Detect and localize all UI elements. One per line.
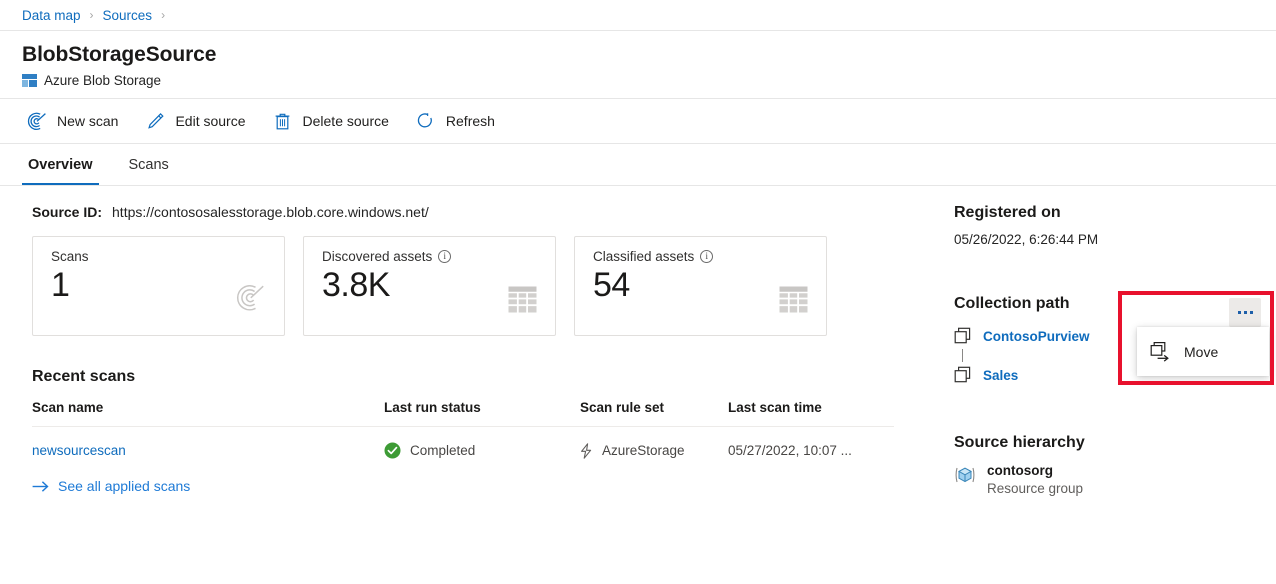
collection-icon — [954, 366, 971, 384]
column-header-scan-name[interactable]: Scan name — [32, 400, 384, 427]
pencil-icon — [144, 111, 166, 131]
details-panel: Registered on 05/26/2022, 6:26:44 PM Col… — [932, 186, 1276, 582]
ellipsis-icon — [1238, 311, 1241, 314]
edit-source-button[interactable]: Edit source — [140, 103, 257, 139]
tab-scans[interactable]: Scans — [123, 144, 175, 185]
page-header: BlobStorageSource Azure Blob Storage — [0, 31, 1276, 99]
resource-group-icon — [954, 464, 976, 486]
registered-on-block: Registered on 05/26/2022, 6:26:44 PM — [954, 204, 1276, 247]
stat-cards: Scans 1 Discovered assets i 3. — [32, 236, 932, 336]
refresh-label: Refresh — [446, 113, 495, 129]
refresh-button[interactable]: Refresh — [411, 103, 507, 139]
trash-icon — [272, 111, 294, 131]
source-hierarchy-item-name: contosorg — [987, 462, 1083, 480]
table-row[interactable]: newsourcescan Completed — [32, 427, 894, 473]
card-scans: Scans 1 — [32, 236, 285, 336]
collection-icon — [954, 327, 971, 345]
arrow-right-icon — [32, 480, 49, 493]
registered-on-value: 05/26/2022, 6:26:44 PM — [954, 232, 1276, 247]
ellipsis-icon — [1250, 311, 1253, 314]
card-discovered-assets-title-label: Discovered assets — [322, 249, 432, 264]
registered-on-heading: Registered on — [954, 204, 1276, 222]
tab-overview-label: Overview — [28, 157, 93, 173]
column-header-last-run-status[interactable]: Last run status — [384, 400, 580, 427]
delete-source-label: Delete source — [303, 113, 389, 129]
tab-scans-label: Scans — [129, 157, 169, 173]
command-bar: New scan Edit source Delete source — [0, 99, 1276, 144]
source-type-label: Azure Blob Storage — [44, 73, 161, 88]
scan-icon — [236, 283, 266, 313]
lightning-bolt-icon — [580, 443, 593, 459]
column-header-last-scan-time[interactable]: Last scan time — [728, 400, 894, 427]
tab-bar: Overview Scans — [0, 144, 1276, 186]
scan-icon — [26, 111, 48, 131]
ellipsis-icon — [1244, 311, 1247, 314]
table-grid-icon — [508, 286, 537, 313]
see-all-applied-scans-label: See all applied scans — [58, 478, 190, 494]
source-id-row: Source ID: https://contososalesstorage.b… — [32, 204, 932, 220]
page-title: BlobStorageSource — [22, 43, 1254, 67]
overview-main: Source ID: https://contososalesstorage.b… — [0, 186, 932, 582]
recent-scans-heading: Recent scans — [32, 368, 932, 386]
refresh-icon — [415, 111, 437, 131]
breadcrumb-separator-icon: › — [90, 9, 94, 21]
card-classified-assets-title-label: Classified assets — [593, 249, 694, 264]
scan-name-link[interactable]: newsourcescan — [32, 443, 126, 458]
info-icon[interactable]: i — [438, 250, 451, 263]
table-grid-icon — [779, 286, 808, 313]
collection-path-label-sales[interactable]: Sales — [983, 368, 1018, 383]
recent-scans-table: Scan name Last run status Scan rule set … — [32, 400, 894, 472]
card-discovered-assets: Discovered assets i 3.8K — [303, 236, 556, 336]
source-hierarchy-block: Source hierarchy contosorg Resource grou… — [954, 434, 1276, 498]
table-header-row: Scan name Last run status Scan rule set … — [32, 400, 894, 427]
card-discovered-assets-value: 3.8K — [322, 266, 539, 305]
source-id-value: https://contososalesstorage.blob.core.wi… — [112, 204, 429, 220]
new-scan-button[interactable]: New scan — [22, 103, 130, 139]
move-icon — [1149, 341, 1171, 362]
collection-path-connector — [954, 349, 971, 362]
card-classified-assets-title: Classified assets i — [593, 249, 810, 264]
breadcrumb-separator-icon-2: › — [161, 9, 165, 21]
card-discovered-assets-title: Discovered assets i — [322, 249, 539, 264]
card-scans-title: Scans — [51, 249, 268, 264]
see-all-applied-scans-link[interactable]: See all applied scans — [32, 478, 190, 494]
context-menu-item-move[interactable]: Move — [1184, 344, 1218, 360]
check-circle-icon — [384, 442, 401, 459]
new-scan-label: New scan — [57, 113, 118, 129]
status-label: Completed — [410, 443, 475, 458]
card-classified-assets-value: 54 — [593, 266, 810, 305]
cell-scan-rule-set: AzureStorage — [580, 427, 728, 473]
card-classified-assets: Classified assets i 54 — [574, 236, 827, 336]
breadcrumb: Data map › Sources › — [0, 0, 1276, 31]
source-hierarchy-item[interactable]: contosorg Resource group — [954, 462, 1276, 498]
info-icon[interactable]: i — [700, 250, 713, 263]
source-hierarchy-item-type: Resource group — [987, 480, 1083, 498]
card-scans-title-label: Scans — [51, 249, 89, 264]
breadcrumb-item-sources[interactable]: Sources — [103, 8, 153, 23]
cell-last-run-status: Completed — [384, 427, 580, 473]
cell-scan-name: newsourcescan — [32, 427, 384, 473]
source-hierarchy-heading: Source hierarchy — [954, 434, 1276, 452]
source-id-label: Source ID: — [32, 204, 102, 220]
page-body: Source ID: https://contososalesstorage.b… — [0, 186, 1276, 582]
rule-set-label: AzureStorage — [602, 443, 685, 458]
breadcrumb-item-data-map[interactable]: Data map — [22, 8, 81, 23]
source-type-row: Azure Blob Storage — [22, 73, 1254, 88]
edit-source-label: Edit source — [175, 113, 245, 129]
tab-overview[interactable]: Overview — [22, 144, 99, 185]
azure-blob-storage-icon — [22, 74, 37, 87]
column-header-scan-rule-set[interactable]: Scan rule set — [580, 400, 728, 427]
cell-last-scan-time: 05/27/2022, 10:07 ... — [728, 427, 894, 473]
collection-path-label-contosopurview[interactable]: ContosoPurview — [983, 329, 1090, 344]
more-options-button[interactable] — [1229, 298, 1261, 327]
delete-source-button[interactable]: Delete source — [268, 103, 401, 139]
context-menu[interactable]: Move — [1137, 327, 1269, 376]
collection-path-heading: Collection path — [954, 295, 1276, 313]
